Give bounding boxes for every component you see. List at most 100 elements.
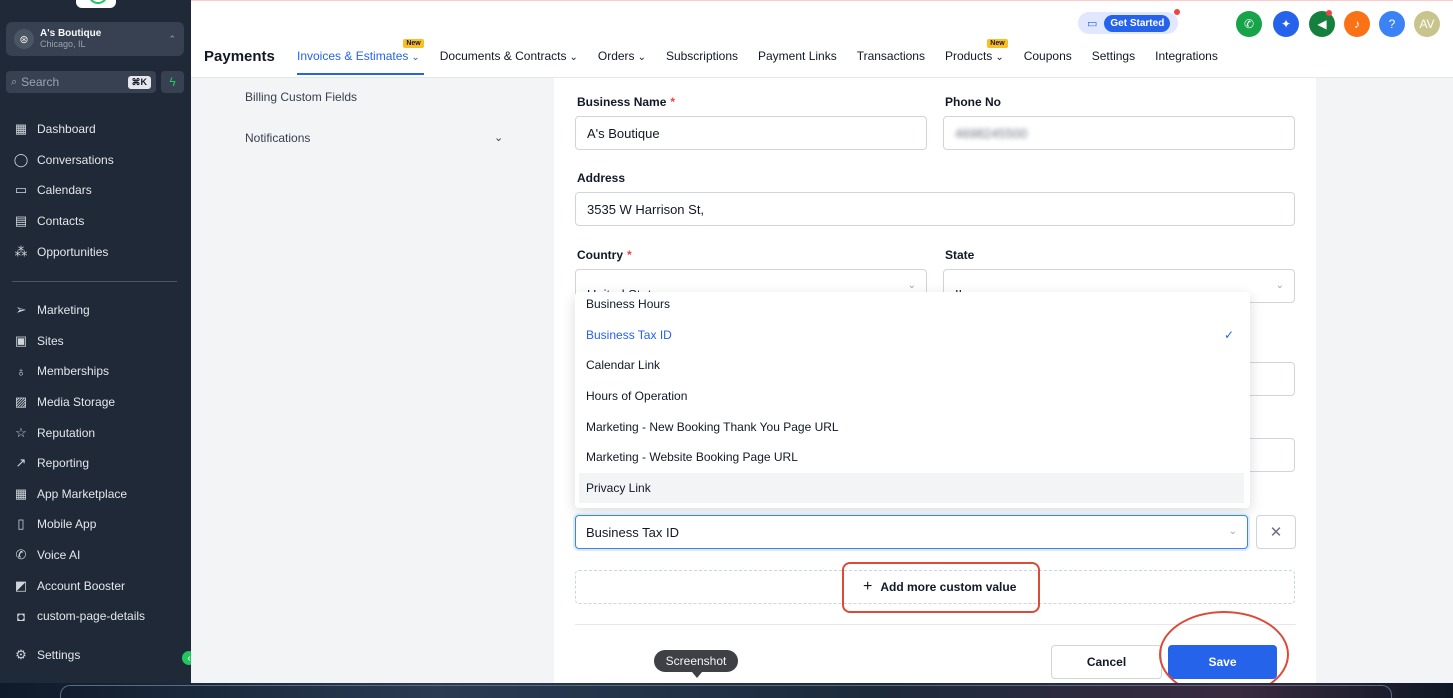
quick-action-bolt-icon[interactable]: ϟ (161, 71, 184, 93)
sidebar-item-label: Settings (37, 648, 81, 662)
option-hours-of-operation[interactable]: Hours of Operation (575, 381, 1250, 411)
sidebar-item-dashboard[interactable]: ▦ Dashboard (12, 118, 96, 140)
sidebar-item-memberships[interactable]: ♁ Memberships (12, 360, 109, 382)
tab-subscriptions[interactable]: Subscriptions (666, 49, 738, 63)
address-input[interactable]: 3535 W Harrison St, (575, 192, 1295, 226)
booster-icon: ◩ (14, 578, 28, 593)
phone-label: Phone No (945, 95, 1001, 109)
phone-input[interactable]: 4698245500 (943, 116, 1295, 150)
chevron-down-icon: ⌄ (411, 52, 420, 63)
tab-label: Settings (1091, 49, 1136, 63)
custom-value-select[interactable]: Business Tax ID ⌄ (575, 515, 1248, 549)
sidebar-item-media-storage[interactable]: ▨ Media Storage (12, 391, 115, 413)
tab-documents-contracts[interactable]: Documents & Contracts ⌄ (440, 49, 578, 63)
settings-billing-custom-fields[interactable]: Billing Custom Fields (245, 90, 357, 104)
location-name: A's Boutique (40, 28, 102, 39)
chevron-down-icon: ⌄ (995, 52, 1004, 63)
input-value: 4698245500 (955, 125, 1028, 141)
sidebar-item-mobile-app[interactable]: ▯ Mobile App (12, 513, 96, 535)
sidebar-item-app-marketplace[interactable]: ▦ App Marketplace (12, 483, 127, 505)
page-icon: ◘ (17, 608, 25, 624)
option-business-hours[interactable]: Business Hours (575, 289, 1250, 319)
sidebar-item-label: Calendars (37, 183, 92, 197)
business-name-label: Business Name * (577, 95, 675, 109)
sidebar-item-label: Dashboard (37, 122, 96, 136)
country-label: Country * (577, 248, 632, 262)
sidebar-item-reputation[interactable]: ☆ Reputation (12, 422, 95, 444)
option-business-tax-id[interactable]: Business Tax ID ✓ (575, 320, 1250, 350)
sidebar-item-label: Media Storage (37, 395, 116, 409)
chat-icon: ◯ (13, 152, 29, 167)
calendar-icon: ▭ (14, 182, 28, 197)
business-name-input[interactable]: A's Boutique (575, 116, 927, 150)
remove-custom-value-button[interactable]: ✕ (1256, 515, 1296, 549)
tab-integrations[interactable]: Integrations (1155, 49, 1218, 63)
tab-label: Orders (597, 49, 635, 63)
get-started-label: Get Started (1104, 14, 1171, 32)
option-new-booking-thank-you-url[interactable]: Marketing - New Booking Thank You Page U… (575, 412, 1250, 442)
tab-payment-links[interactable]: Payment Links (758, 49, 837, 63)
option-calendar-link[interactable]: Calendar Link (575, 350, 1250, 380)
sidebar-item-custom-page-details[interactable]: ◘ custom-page-details (12, 605, 145, 627)
phone-icon[interactable]: ✆ (1236, 11, 1262, 37)
sidebar-item-sites[interactable]: ▣ Sites (12, 330, 64, 352)
chevron-down-icon[interactable]: ⌄ (494, 131, 503, 144)
input-value: A's Boutique (587, 125, 660, 141)
help-icon[interactable]: ? (1379, 11, 1405, 37)
tab-label: Coupons (1023, 49, 1072, 63)
sidebar-item-marketing[interactable]: ➢ Marketing (12, 299, 90, 321)
sidebar-item-voice-ai[interactable]: ✆ Voice AI (12, 544, 81, 566)
sidebar-item-label: Sites (37, 334, 64, 348)
sidebar-item-account-booster[interactable]: ◩ Account Booster (12, 575, 125, 597)
tab-coupons[interactable]: Coupons (1024, 49, 1072, 63)
image-icon: ▨ (14, 394, 28, 409)
option-website-booking-page-url[interactable]: Marketing - Website Booking Page URL (575, 442, 1250, 472)
tab-bar: Invoices & Estimates ⌄ New Documents & Con… (297, 39, 1238, 75)
search-box[interactable]: ⌕ Search ⌘K (6, 71, 156, 93)
tab-products[interactable]: Products ⌄ New (945, 39, 1008, 63)
sparkle-icon[interactable]: ✦ (1273, 11, 1299, 37)
bell-icon[interactable]: ♪ (1344, 11, 1370, 37)
annotation-highlight-add (842, 562, 1040, 613)
sidebar-item-contacts[interactable]: ▤ Contacts (12, 210, 85, 232)
settings-notifications[interactable]: Notifications (245, 131, 310, 145)
sidebar-item-opportunities[interactable]: ⁂ Opportunities (12, 241, 109, 263)
cancel-button[interactable]: Cancel (1051, 645, 1162, 679)
option-privacy-link[interactable]: Privacy Link (579, 473, 1244, 503)
sidebar-item-settings[interactable]: ⚙ Settings (12, 644, 80, 666)
sidebar-item-label: Reputation (37, 426, 96, 440)
page-title: Payments (204, 48, 275, 65)
sidebar-item-label: Reporting (37, 456, 90, 470)
custom-value-dropdown: Business Hours Business Tax ID ✓ Calendar… (575, 292, 1250, 508)
dashboard-icon: ▦ (14, 121, 28, 136)
tab-transactions[interactable]: Transactions (857, 49, 925, 63)
tab-orders[interactable]: Orders ⌄ (598, 49, 646, 63)
sidebar-item-label: Marketing (37, 303, 90, 317)
get-started-button[interactable]: ▭ Get Started (1078, 12, 1178, 34)
avatar[interactable]: AV (1414, 11, 1440, 37)
sidebar: ⊛ A's Boutique Chicago, IL ⌃ ⌕ Search ⌘K… (0, 0, 191, 698)
send-icon: ➢ (15, 302, 27, 317)
chevron-down-icon: ⌄ (637, 52, 646, 63)
address-label: Address (577, 171, 626, 185)
label-text: Country (577, 248, 623, 262)
sidebar-item-reporting[interactable]: ↗ Reporting (12, 452, 89, 474)
main-area: ▭ Get Started ✆ ✦ ◀ ♪ ? AV Payments Invo… (191, 0, 1453, 698)
badge-icon: ♁ (16, 363, 26, 379)
tab-settings[interactable]: Settings (1092, 49, 1135, 63)
tab-label: Documents & Contracts (439, 49, 567, 63)
notification-dot (1174, 9, 1180, 15)
tab-invoices-estimates[interactable]: Invoices & Estimates ⌄ New (297, 39, 424, 75)
phone-icon: ✆ (15, 547, 27, 562)
location-switcher[interactable]: ⊛ A's Boutique Chicago, IL ⌃ (6, 22, 184, 56)
location-city: Chicago, IL (40, 39, 86, 49)
sidebar-item-conversations[interactable]: ◯ Conversations (12, 149, 114, 171)
sidebar-item-label: Mobile App (37, 517, 97, 531)
sites-icon: ▣ (14, 333, 28, 348)
star-icon: ☆ (15, 425, 27, 440)
sidebar-item-label: custom-page-details (37, 609, 146, 623)
label-text: Business Name (577, 95, 667, 109)
close-icon: ✕ (1269, 524, 1283, 541)
sidebar-item-calendars[interactable]: ▭ Calendars (12, 179, 92, 201)
grid-icon: ▦ (14, 486, 28, 501)
